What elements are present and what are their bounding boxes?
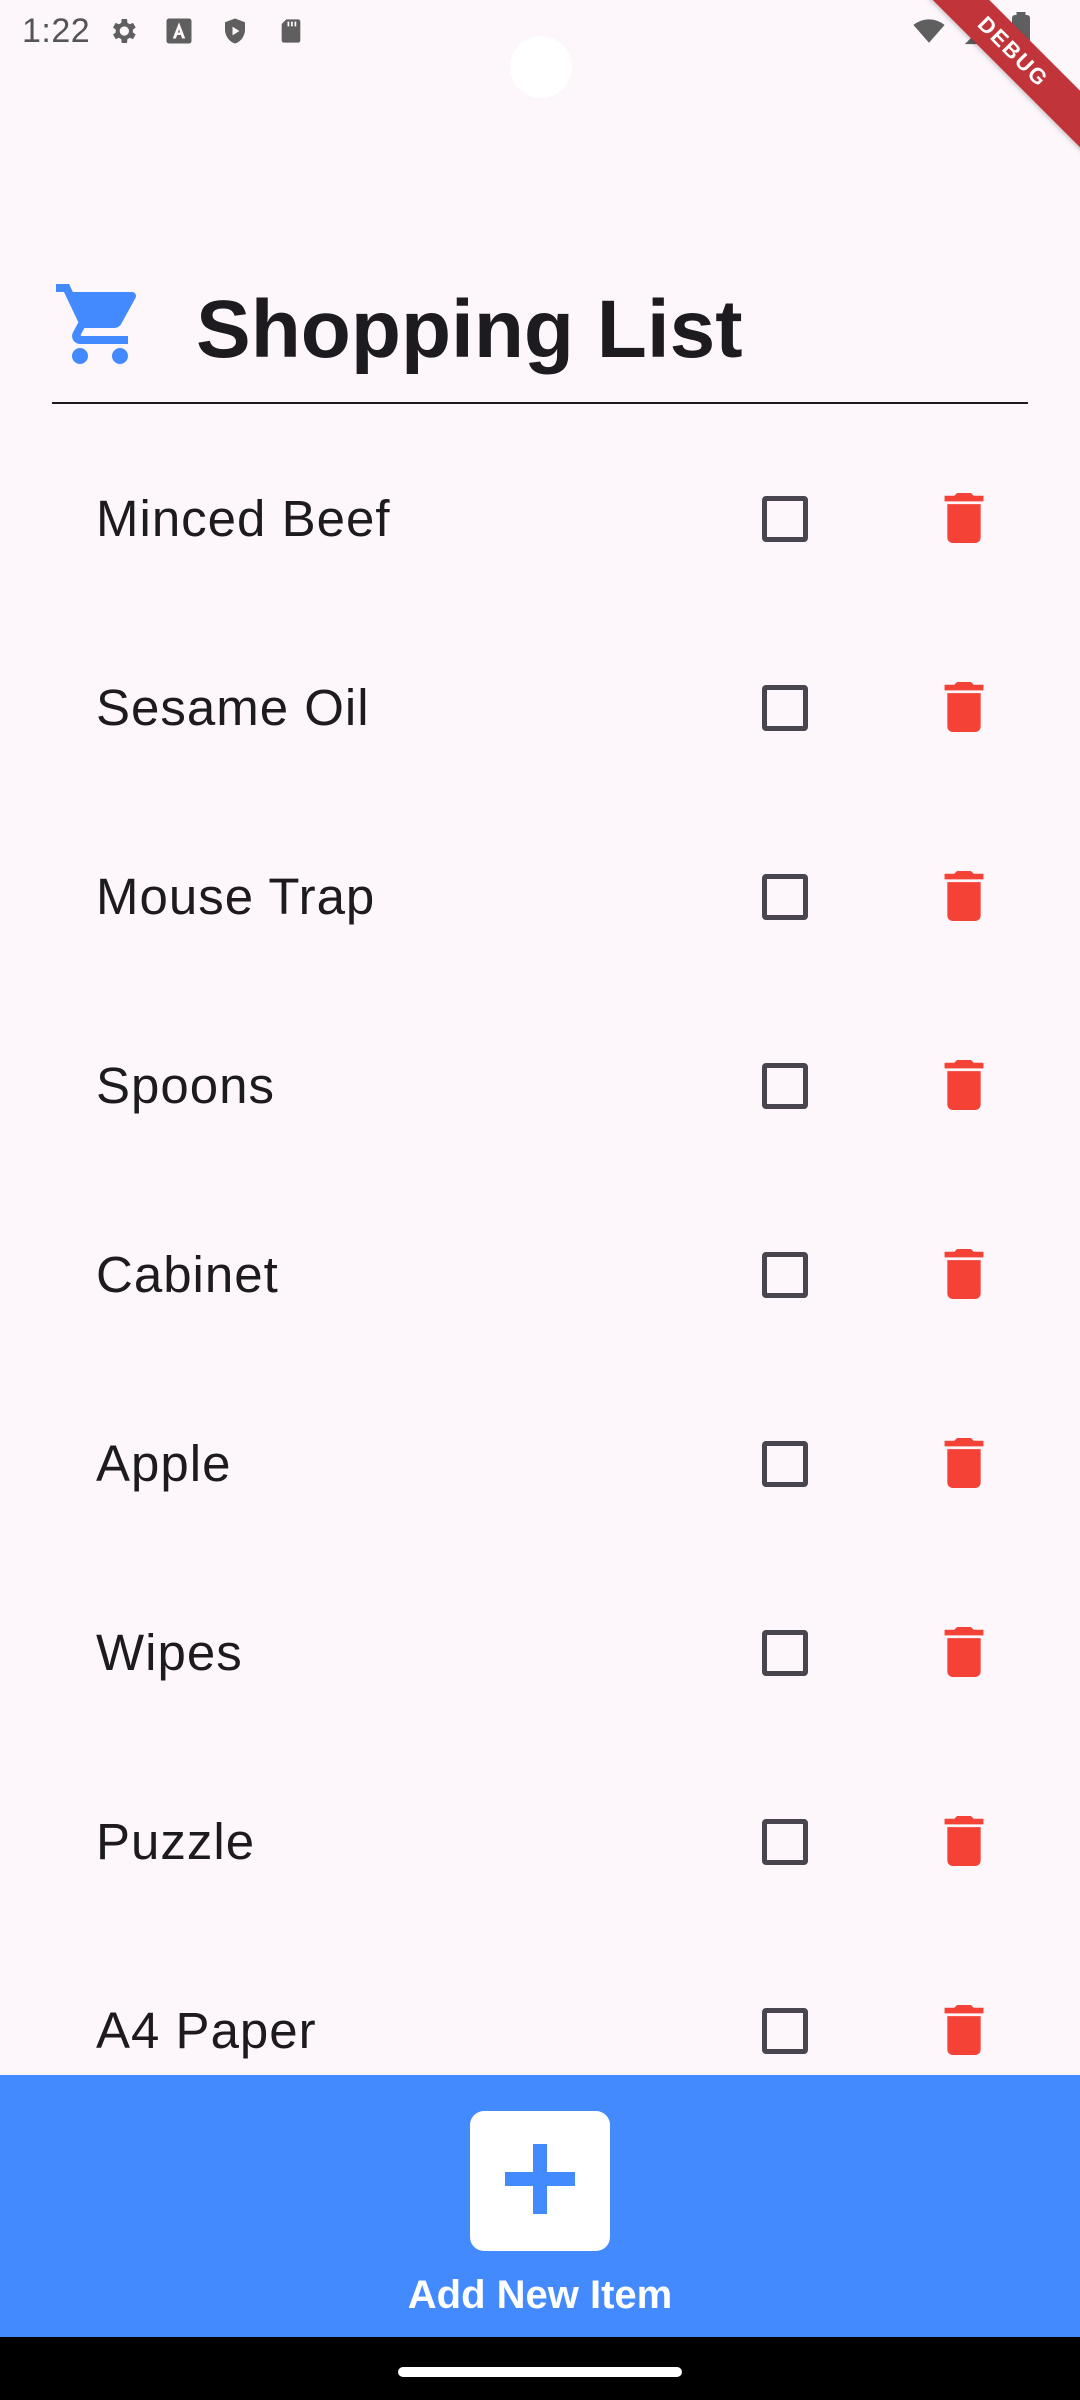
status-bar: 1:22 DEBUG: [0, 0, 1080, 155]
item-name: Spoons: [96, 1057, 275, 1114]
status-icons-left: [106, 14, 308, 48]
shield-play-icon: [218, 14, 252, 48]
delete-icon[interactable]: [940, 1627, 990, 1679]
shopping-list[interactable]: Minced Beef Sesame Oil Mouse Trap Spoons…: [0, 425, 1080, 2075]
list-item: Cabinet: [0, 1181, 1080, 1370]
delete-icon[interactable]: [940, 682, 990, 734]
list-item: Minced Beef: [0, 425, 1080, 614]
item-checkbox[interactable]: [762, 1630, 808, 1676]
status-time: 1:22: [22, 12, 91, 50]
item-name: Wipes: [96, 1624, 243, 1681]
delete-icon[interactable]: [940, 1816, 990, 1868]
delete-icon[interactable]: [940, 1249, 990, 1301]
bottom-bar: Add New Item: [0, 2075, 1080, 2337]
wifi-icon: [910, 13, 948, 52]
item-name: Minced Beef: [96, 490, 391, 547]
add-item-button[interactable]: [470, 2111, 610, 2251]
font-a-icon: [162, 14, 196, 48]
item-name: Apple: [96, 1435, 232, 1492]
sd-card-icon: [274, 14, 308, 48]
delete-icon[interactable]: [940, 1438, 990, 1490]
item-checkbox[interactable]: [762, 874, 808, 920]
gear-icon: [106, 14, 140, 48]
item-checkbox[interactable]: [762, 2008, 808, 2054]
item-name: Mouse Trap: [96, 868, 376, 925]
shopping-cart-icon: [52, 276, 148, 372]
item-name: Puzzle: [96, 1813, 256, 1870]
item-name: A4 Paper: [96, 2002, 317, 2059]
plus-icon: [498, 2137, 582, 2226]
home-gesture-handle[interactable]: [398, 2367, 682, 2377]
item-name: Sesame Oil: [96, 679, 370, 736]
list-item: A4 Paper: [0, 1937, 1080, 2075]
list-item: Wipes: [0, 1559, 1080, 1748]
list-item: Spoons: [0, 992, 1080, 1181]
item-checkbox[interactable]: [762, 496, 808, 542]
item-checkbox[interactable]: [762, 1441, 808, 1487]
list-item: Mouse Trap: [0, 803, 1080, 992]
item-checkbox[interactable]: [762, 1252, 808, 1298]
item-checkbox[interactable]: [762, 685, 808, 731]
camera-cutout: [510, 36, 572, 98]
page-header: Shopping List: [52, 272, 1028, 404]
delete-icon[interactable]: [940, 493, 990, 545]
delete-icon[interactable]: [940, 1060, 990, 1112]
delete-icon[interactable]: [940, 2005, 990, 2057]
item-name: Cabinet: [96, 1246, 279, 1303]
list-item: Sesame Oil: [0, 614, 1080, 803]
system-nav-bar: [0, 2337, 1080, 2400]
list-item: Apple: [0, 1370, 1080, 1559]
delete-icon[interactable]: [940, 871, 990, 923]
list-item: Puzzle: [0, 1748, 1080, 1937]
item-checkbox[interactable]: [762, 1063, 808, 1109]
page-title: Shopping List: [196, 284, 743, 375]
item-checkbox[interactable]: [762, 1819, 808, 1865]
add-item-label[interactable]: Add New Item: [0, 2273, 1080, 2318]
